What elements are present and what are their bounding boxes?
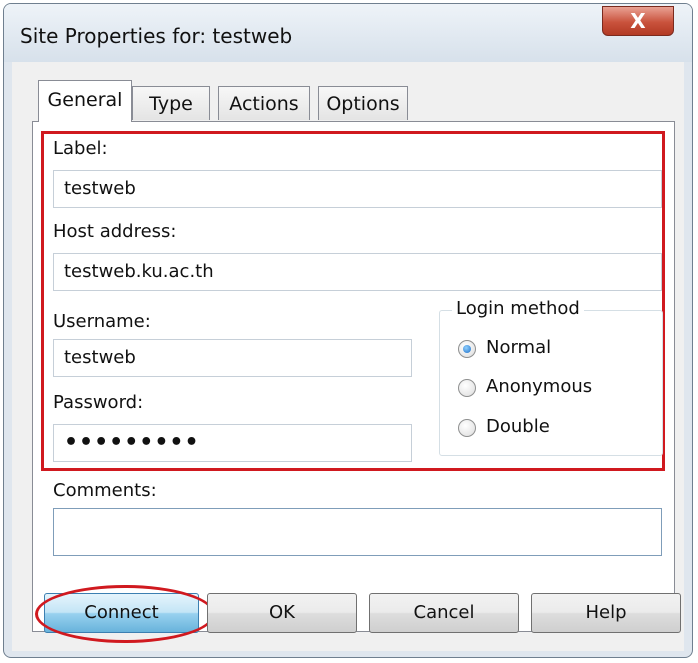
- ok-button[interactable]: OK: [207, 593, 357, 633]
- connect-highlight-ellipse: [35, 585, 215, 643]
- tab-actions[interactable]: Actions: [218, 86, 310, 120]
- site-properties-dialog: Site Properties for: testweb X General T…: [3, 3, 693, 658]
- username-caption: Username:: [53, 311, 151, 332]
- title-bar: Site Properties for: testweb X: [4, 4, 692, 62]
- comments-field[interactable]: [53, 508, 662, 556]
- radio-selected-icon: [458, 340, 476, 358]
- close-button[interactable]: X: [602, 6, 674, 36]
- password-caption: Password:: [53, 392, 144, 413]
- tab-general[interactable]: General: [38, 80, 132, 122]
- help-button[interactable]: Help: [531, 593, 681, 633]
- cancel-button[interactable]: Cancel: [369, 593, 519, 633]
- radio-double-label: Double: [486, 416, 550, 437]
- comments-caption: Comments:: [53, 480, 157, 501]
- username-field[interactable]: testweb: [53, 339, 412, 377]
- label-field[interactable]: testweb: [53, 170, 662, 208]
- tab-type[interactable]: Type: [132, 86, 210, 120]
- window-title: Site Properties for: testweb: [20, 24, 293, 48]
- label-caption: Label:: [53, 138, 108, 159]
- login-method-group: Login method Normal Anonymous Double: [439, 298, 663, 456]
- login-method-title: Login method: [452, 298, 584, 319]
- dialog-client-area: General Type Actions Options Label: test…: [12, 62, 684, 651]
- radio-unselected-icon: [458, 379, 476, 397]
- host-address-field[interactable]: testweb.ku.ac.th: [53, 253, 662, 291]
- radio-unselected-icon: [458, 419, 476, 437]
- radio-normal-label: Normal: [486, 337, 552, 358]
- host-address-caption: Host address:: [53, 221, 177, 242]
- general-tab-panel: Label: testweb Host address: testweb.ku.…: [32, 121, 675, 632]
- tab-options[interactable]: Options: [318, 86, 408, 120]
- close-icon: X: [630, 9, 646, 33]
- password-field[interactable]: •••••••••: [53, 424, 412, 462]
- radio-anonymous-label: Anonymous: [486, 376, 593, 397]
